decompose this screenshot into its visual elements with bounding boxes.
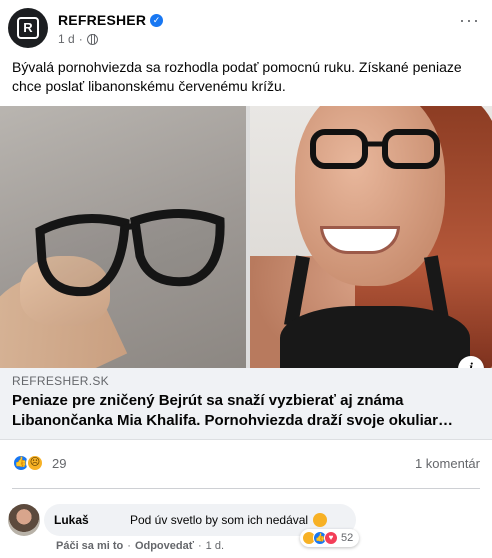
page-name[interactable]: REFRESHER [58, 12, 146, 28]
post-time[interactable]: 1 d [58, 32, 75, 46]
grin-emoji-icon [313, 513, 328, 527]
facebook-post: R REFRESHER ✓ 1 d · ··· Bývalá pornohvie… [0, 0, 492, 558]
sad-icon: ☹ [26, 454, 44, 472]
reply-link[interactable]: Odpovedať [135, 540, 194, 552]
verified-badge-icon: ✓ [150, 13, 164, 27]
glasses-photo [0, 106, 246, 368]
post-image[interactable] [0, 106, 492, 368]
link-title: Peniaze pre zničený Bejrút sa snaží vyzb… [12, 392, 453, 429]
divider [12, 488, 480, 489]
love-icon: ♥ [324, 531, 338, 545]
top-shape [280, 306, 470, 368]
reaction-count[interactable]: 29 [52, 456, 66, 471]
comment-author[interactable]: Lukaš [54, 513, 89, 527]
face-glasses-shape [310, 129, 440, 169]
post-header: R REFRESHER ✓ 1 d · ··· [8, 8, 484, 48]
comment-reaction-count: 52 [341, 532, 354, 544]
post-caption: Bývalá pornohviezda sa rozhodla podať po… [12, 59, 462, 94]
comment-count[interactable]: 1 komentár [415, 456, 480, 471]
meta-separator: · [78, 32, 83, 46]
comment-text-row: Pod úv svetlo by som ich nedával [130, 513, 328, 527]
post-meta: 1 d · [58, 32, 98, 46]
action-separator: · [198, 540, 202, 552]
refresher-logo-icon: R [17, 17, 39, 39]
page-avatar[interactable]: R [8, 8, 48, 48]
comment-actions: Páči sa mi to · Odpovedať · 1 d. [56, 540, 224, 552]
commenter-avatar[interactable] [8, 504, 40, 536]
comment-text: Pod úv svetlo by som ich nedával [130, 513, 309, 527]
globe-icon [86, 33, 98, 45]
more-options-icon[interactable]: ··· [459, 10, 480, 31]
comment-reactions[interactable]: 👍 ♥ 52 [300, 529, 360, 547]
comment-time[interactable]: 1 d. [206, 540, 224, 552]
link-domain: REFRESHER.SK [12, 374, 109, 388]
reactions-bar: 👍 ☹ 29 1 komentár [12, 452, 480, 476]
glasses-shape [35, 209, 225, 297]
like-comment-link[interactable]: Páči sa mi to [56, 540, 123, 552]
reaction-icons[interactable]: 👍 ☹ [12, 454, 44, 472]
link-preview[interactable]: REFRESHER.SK Peniaze pre zničený Bejrút … [0, 368, 492, 440]
action-separator: · [127, 540, 131, 552]
woman-photo [250, 106, 492, 368]
page-name-row: REFRESHER ✓ [58, 12, 164, 28]
